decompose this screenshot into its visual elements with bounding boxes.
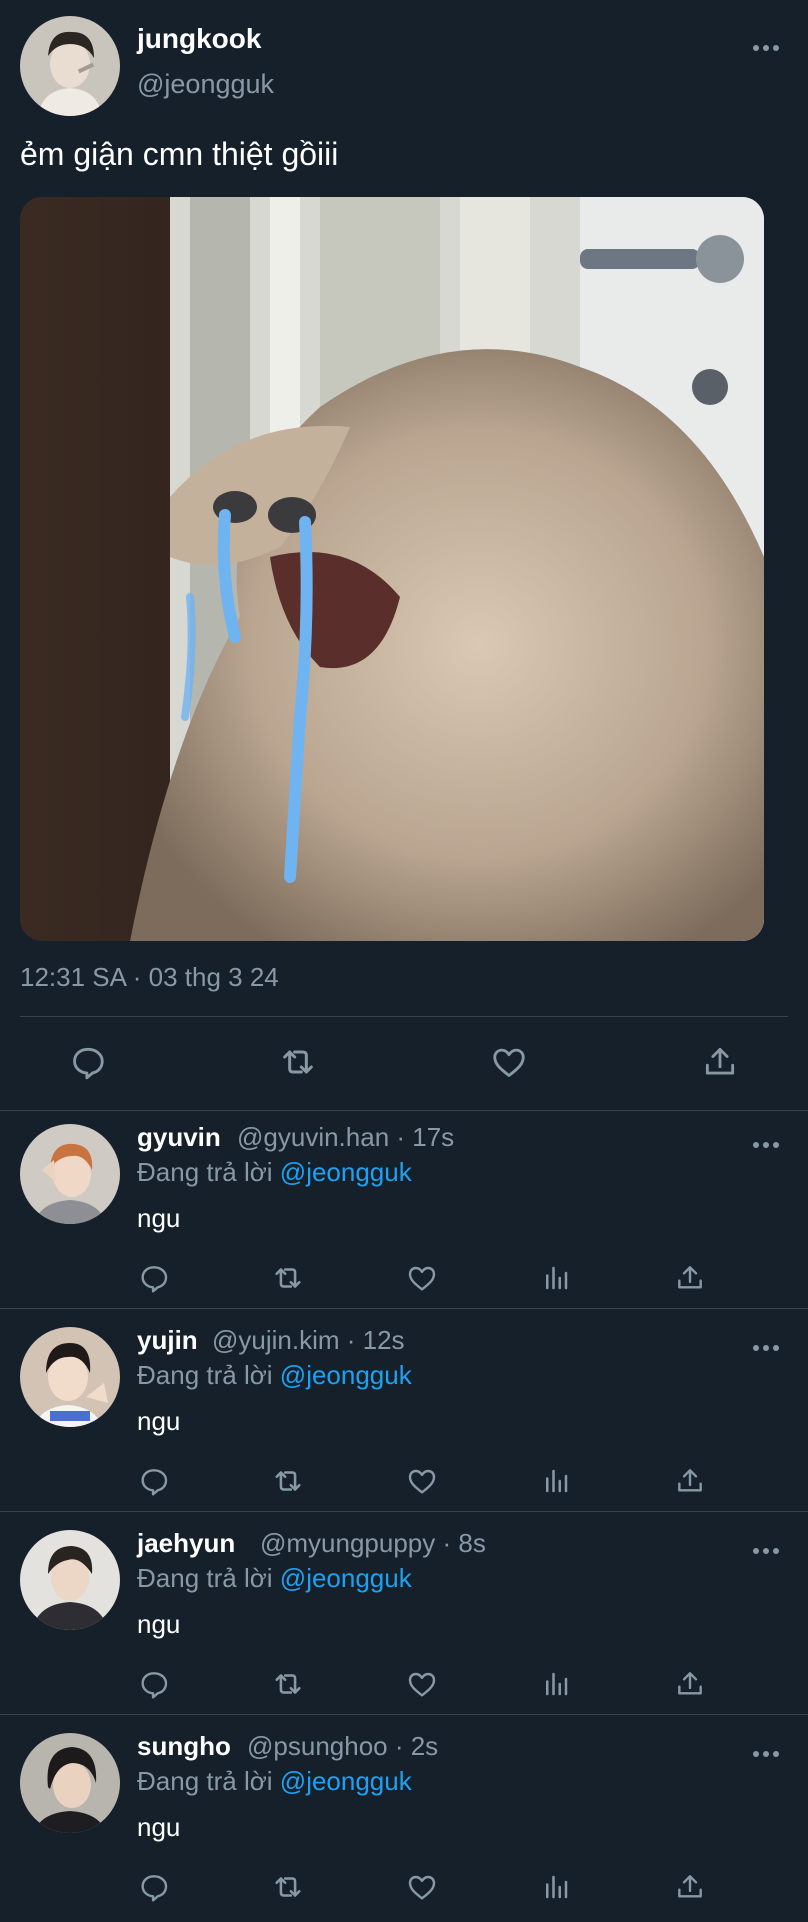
- reply-icon[interactable]: [132, 1459, 176, 1503]
- main-tweet: jungkook @jeongguk ẻm giận cmn thiệt gồi…: [0, 0, 808, 1111]
- reply-item[interactable]: jaehyun @myungpuppy · 8s Đang trả lời @j…: [0, 1516, 808, 1719]
- share-icon[interactable]: [698, 1040, 742, 1084]
- avatar[interactable]: [20, 1530, 120, 1630]
- avatar[interactable]: [20, 1124, 120, 1224]
- analytics-icon[interactable]: [534, 1865, 578, 1909]
- more-horizontal-icon[interactable]: [752, 1127, 780, 1155]
- display-name[interactable]: gyuvin: [137, 1122, 221, 1153]
- reply-item[interactable]: gyuvin @gyuvin.han · 17s Đang trả lời @j…: [0, 1110, 808, 1313]
- like-icon[interactable]: [400, 1459, 444, 1503]
- divider: [0, 1308, 808, 1309]
- replying-to: Đang trả lời @jeongguk: [137, 1360, 412, 1391]
- reply-item[interactable]: yujin @yujin.kim · 12s Đang trả lời @jeo…: [0, 1313, 808, 1516]
- like-icon[interactable]: [487, 1040, 531, 1084]
- more-horizontal-icon[interactable]: [752, 1736, 780, 1764]
- reply-meta[interactable]: @myungpuppy · 8s: [260, 1528, 486, 1559]
- share-icon[interactable]: [668, 1256, 712, 1300]
- display-name[interactable]: yujin: [137, 1325, 198, 1356]
- reply-icon[interactable]: [132, 1865, 176, 1909]
- tweet-text: ẻm giận cmn thiệt gồiii: [20, 136, 339, 172]
- reply-meta[interactable]: @gyuvin.han · 17s: [237, 1122, 454, 1153]
- more-horizontal-icon[interactable]: [752, 30, 780, 58]
- replying-prefix: Đang trả lời: [137, 1563, 273, 1593]
- retweet-icon[interactable]: [266, 1865, 310, 1909]
- reply-text: ngu: [137, 1609, 181, 1639]
- reply-meta[interactable]: @yujin.kim · 12s: [212, 1325, 405, 1356]
- retweet-icon[interactable]: [276, 1040, 320, 1084]
- avatar[interactable]: [20, 16, 120, 116]
- mention-link[interactable]: @jeongguk: [280, 1563, 412, 1593]
- reply-item[interactable]: sungho @psunghoo · 2s Đang trả lời @jeon…: [0, 1719, 808, 1922]
- divider: [0, 1714, 808, 1715]
- tweet-timestamp[interactable]: 12:31 SA · 03 thg 3 24: [20, 962, 279, 993]
- mention-link[interactable]: @jeongguk: [280, 1360, 412, 1390]
- share-icon[interactable]: [668, 1865, 712, 1909]
- divider: [0, 1511, 808, 1512]
- like-icon[interactable]: [400, 1865, 444, 1909]
- share-icon[interactable]: [668, 1662, 712, 1706]
- display-name[interactable]: jungkook: [137, 23, 261, 55]
- retweet-icon[interactable]: [266, 1256, 310, 1300]
- mention-link[interactable]: @jeongguk: [280, 1157, 412, 1187]
- replying-prefix: Đang trả lời: [137, 1360, 273, 1390]
- analytics-icon[interactable]: [534, 1662, 578, 1706]
- reply-icon[interactable]: [132, 1256, 176, 1300]
- display-name[interactable]: sungho: [137, 1731, 231, 1762]
- reply-text: ngu: [137, 1812, 181, 1842]
- replying-to: Đang trả lời @jeongguk: [137, 1157, 412, 1188]
- more-horizontal-icon[interactable]: [752, 1533, 780, 1561]
- reply-text: ngu: [137, 1406, 181, 1436]
- divider: [20, 1016, 788, 1017]
- like-icon[interactable]: [400, 1662, 444, 1706]
- avatar[interactable]: [20, 1733, 120, 1833]
- replying-to: Đang trả lời @jeongguk: [137, 1766, 412, 1797]
- handle[interactable]: @jeongguk: [137, 69, 274, 100]
- replying-prefix: Đang trả lời: [137, 1766, 273, 1796]
- display-name[interactable]: jaehyun: [137, 1528, 235, 1559]
- avatar[interactable]: [20, 1327, 120, 1427]
- analytics-icon[interactable]: [534, 1256, 578, 1300]
- reply-icon[interactable]: [66, 1040, 110, 1084]
- reply-meta[interactable]: @psunghoo · 2s: [247, 1731, 438, 1762]
- retweet-icon[interactable]: [266, 1662, 310, 1706]
- replying-to: Đang trả lời @jeongguk: [137, 1563, 412, 1594]
- analytics-icon[interactable]: [534, 1459, 578, 1503]
- like-icon[interactable]: [400, 1256, 444, 1300]
- retweet-icon[interactable]: [266, 1459, 310, 1503]
- share-icon[interactable]: [668, 1459, 712, 1503]
- replying-prefix: Đang trả lời: [137, 1157, 273, 1187]
- tweet-media[interactable]: [20, 197, 764, 941]
- more-horizontal-icon[interactable]: [752, 1330, 780, 1358]
- mention-link[interactable]: @jeongguk: [280, 1766, 412, 1796]
- reply-text: ngu: [137, 1203, 181, 1233]
- reply-icon[interactable]: [132, 1662, 176, 1706]
